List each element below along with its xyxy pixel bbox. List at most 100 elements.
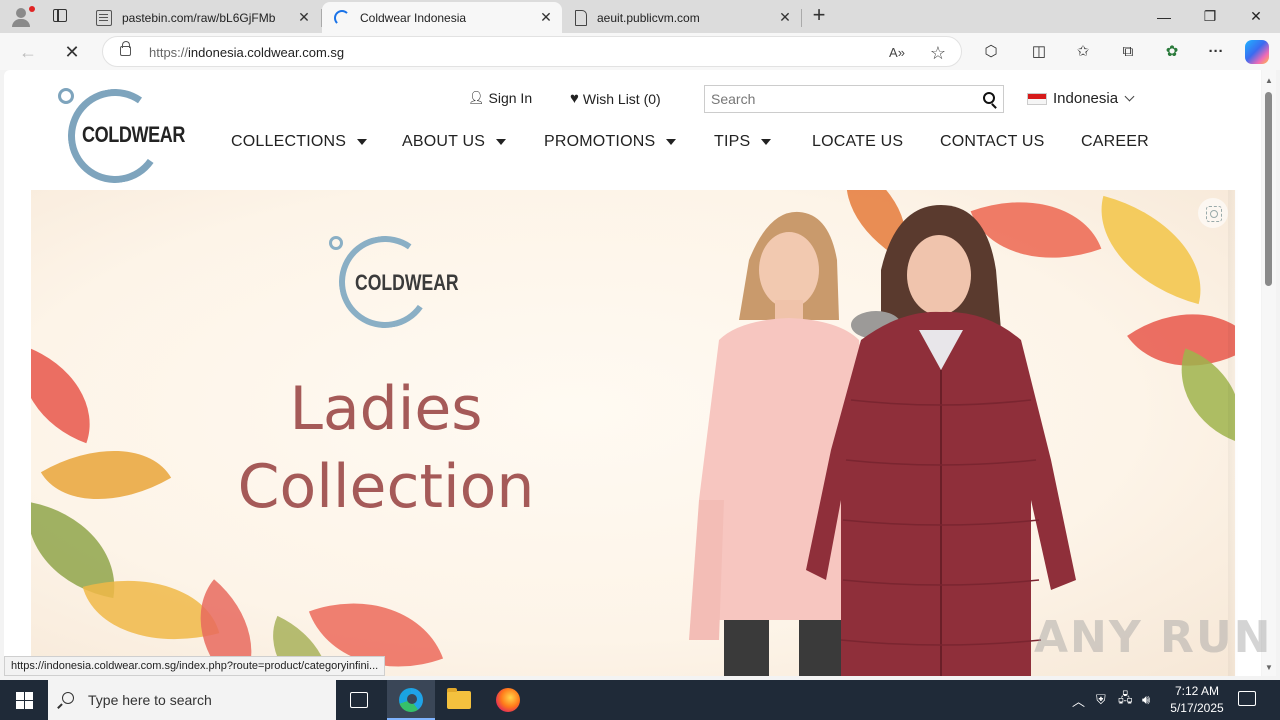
new-tab-button[interactable]: + [808,4,830,27]
nav-label: CAREER [1081,133,1149,150]
scroll-up-arrow-icon[interactable]: ▲ [1264,76,1274,85]
logo-wordmark: COLDWEAR [82,122,185,147]
security-icon[interactable]: ⛨ [1096,680,1106,720]
search-input[interactable] [705,86,975,112]
back-button[interactable]: ← [16,40,40,64]
logo-ring-small [329,236,343,250]
loading-spinner-icon [334,9,350,26]
favorite-star-icon[interactable]: ☆ [928,43,948,63]
chevron-down-icon [1124,91,1135,102]
windows-logo-icon [16,701,24,709]
search-icon [62,692,74,704]
tab-actions-icon[interactable] [50,6,72,26]
network-icon[interactable]: 🖧︎ [1118,680,1133,720]
windows-logo-icon [25,692,33,700]
banner-logo-wordmark: COLDWEAR [355,270,459,295]
page-scrollbar[interactable]: ▲ ▼ [1262,70,1276,676]
volume-icon[interactable]: 🔊︎ [1142,680,1150,720]
status-bar-url: https://indonesia.coldwear.com.sg/index.… [4,656,386,676]
taskbar-file-explorer[interactable] [435,680,483,720]
model-maroon-coat [806,205,1076,676]
user-icon: 👤︎ [468,90,485,105]
taskbar-search[interactable]: Type here to search [48,680,336,720]
site-search [704,85,1004,113]
browser-toolbar: ← ✕ https://indonesia.coldwear.com.sg A»… [0,33,1280,70]
heart-icon: ♥ [570,90,579,107]
nav-label: PROMOTIONS [544,133,656,150]
close-window-button[interactable]: ✕ [1233,0,1279,33]
close-tab-icon[interactable]: ✕ [775,9,795,26]
scroll-down-arrow-icon[interactable]: ▼ [1264,663,1274,672]
address-url[interactable]: https://indonesia.coldwear.com.sg [149,45,344,60]
tab-divider [801,9,802,27]
caret-down-icon [761,139,772,145]
more-menu-icon[interactable]: ··· [1205,41,1227,63]
tab-title: pastebin.com/raw/bL6GjFMb [122,10,276,25]
address-bar[interactable]: https://indonesia.coldwear.com.sg A» ☆ [102,36,962,67]
scrollbar-thumb[interactable] [1265,92,1272,286]
tab-strip: pastebin.com/raw/bL6GjFMb ✕ Coldwear Ind… [0,0,1280,33]
language-selector[interactable]: Indonesia [1027,90,1135,107]
hero-banner[interactable]: COLDWEAR Ladies Collection [31,190,1235,676]
nav-promotions[interactable]: PROMOTIONS [544,132,677,152]
visual-search-icon[interactable] [1198,198,1228,228]
nav-contact-us[interactable]: CONTACT US [940,132,1045,152]
minimize-button[interactable]: — [1141,0,1187,33]
clock-time: 7:12 AM [1174,684,1220,698]
language-label: Indonesia [1053,90,1119,107]
page-icon [96,9,112,26]
close-tab-icon[interactable]: ✕ [294,9,314,26]
document-icon [575,9,587,26]
tab-aeuit[interactable]: aeuit.publicvm.com ✕ [563,2,801,33]
nav-about-us[interactable]: ABOUT US [402,132,507,152]
wish-list-link[interactable]: ♥ Wish List (0) [570,90,661,107]
show-hidden-icons-icon[interactable]: ︿ [1072,680,1085,720]
sign-in-link[interactable]: 👤︎ Sign In [468,90,532,106]
taskbar-search-placeholder: Type here to search [88,692,212,708]
search-icon[interactable] [983,92,995,104]
close-tab-icon[interactable]: ✕ [536,9,556,26]
url-host: indonesia.coldwear.com.sg [188,45,345,60]
collections-icon[interactable]: ⧉ [1117,41,1139,63]
banner-headline: Ladies Collection [226,370,546,526]
clock-date: 5/17/2025 [1170,701,1224,715]
read-aloud-icon[interactable]: A» [887,43,907,63]
edge-icon [399,688,423,712]
nav-locate-us[interactable]: LOCATE US [812,132,903,152]
lock-icon[interactable] [120,41,131,56]
caret-down-icon [666,139,677,145]
start-button[interactable] [0,680,48,720]
taskbar-edge[interactable] [387,680,435,720]
restore-button[interactable]: ❐ [1187,0,1233,33]
notifications-icon[interactable] [1238,691,1256,706]
tab-pastebin[interactable]: pastebin.com/raw/bL6GjFMb ✕ [84,2,320,33]
extensions-icon[interactable]: ⬡ [980,41,1002,63]
url-scheme: https:// [149,45,189,60]
headline-line-1: Ladies [289,374,483,444]
favorites-icon[interactable]: ✩ [1072,41,1094,63]
windows-logo-icon [25,701,33,709]
wish-list-label: Wish List (0) [582,90,661,107]
copilot-icon[interactable] [1245,40,1269,64]
nav-label: LOCATE US [812,133,904,150]
caret-down-icon [357,139,368,145]
banner-edge-shadow [1228,190,1238,676]
browser-essentials-icon[interactable]: ✿ [1161,41,1183,63]
folder-icon [447,688,471,709]
system-clock[interactable]: 7:12 AM 5/17/2025 [1160,683,1234,717]
caret-down-icon [496,139,507,145]
nav-career[interactable]: CAREER [1081,132,1149,152]
site-logo[interactable]: COLDWEAR [58,81,185,191]
taskbar-firefox[interactable] [484,680,532,720]
tab-coldwear[interactable]: Coldwear Indonesia ✕ [322,2,562,33]
nav-collections[interactable]: COLLECTIONS [231,132,368,152]
nav-tips[interactable]: TIPS [714,132,772,152]
task-view-icon[interactable] [350,692,368,708]
nav-label: CONTACT US [940,133,1045,150]
profile-avatar-icon[interactable] [8,5,35,29]
stop-loading-button[interactable]: ✕ [60,40,84,64]
windows-logo-icon [16,692,24,700]
indonesia-flag-icon [1027,92,1047,105]
split-screen-icon[interactable]: ◫ [1028,41,1050,63]
nav-label: TIPS [714,133,751,150]
